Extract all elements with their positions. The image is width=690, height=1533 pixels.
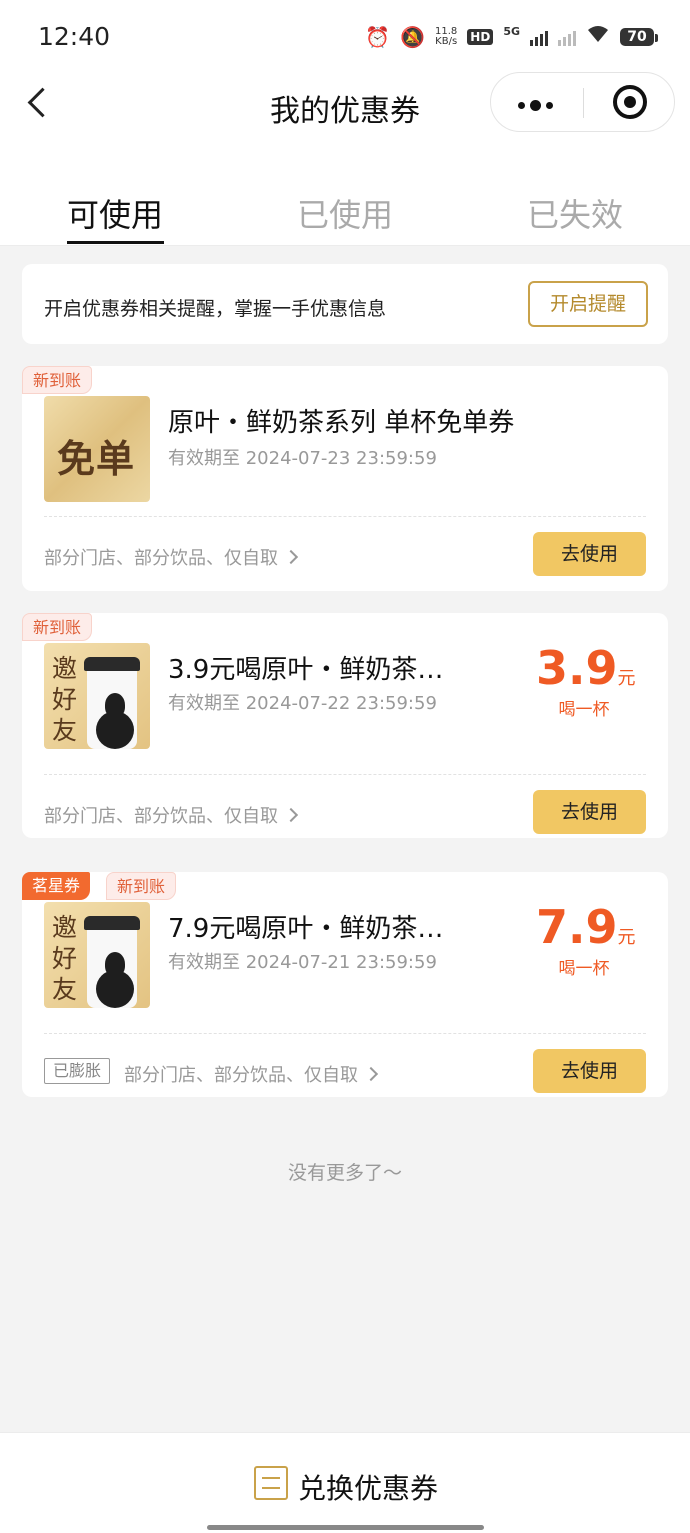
chevron-right-icon <box>283 807 299 823</box>
wifi-icon <box>586 24 610 50</box>
coupon-thumbnail: 免单 <box>44 396 150 502</box>
target-circle-icon[interactable] <box>613 85 647 119</box>
tab-expired[interactable]: 已失效 <box>527 190 623 236</box>
price-subtitle: 喝一杯 <box>558 700 610 720</box>
coupon-validity: 有效期至 2024-07-21 23:59:59 <box>168 952 437 973</box>
signal-icon <box>530 28 548 46</box>
chevron-right-icon <box>283 549 299 565</box>
use-coupon-button[interactable]: 去使用 <box>533 790 646 834</box>
divider <box>44 516 646 517</box>
home-indicator[interactable] <box>207 1525 484 1530</box>
net-speed: 11.8 KB/s <box>435 27 457 47</box>
new-arrival-tag: 新到账 <box>22 613 93 641</box>
signal2-icon <box>558 28 576 46</box>
divider <box>44 774 646 775</box>
net-speed-unit: KB/s <box>435 36 458 47</box>
new-arrival-tag: 新到账 <box>22 366 93 394</box>
tab-used[interactable]: 已使用 <box>297 190 393 236</box>
price-unit: 元 <box>617 927 636 948</box>
exchange-icon[interactable] <box>254 1466 288 1500</box>
redeem-coupon-button[interactable]: 兑换优惠券 <box>298 1467 438 1507</box>
milk-tea-cup-icon <box>84 657 140 749</box>
price-value: 7.9 <box>536 900 618 954</box>
use-coupon-button[interactable]: 去使用 <box>533 1049 646 1093</box>
coupon-scope[interactable]: 部分门店、部分饮品、仅自取 <box>124 1061 379 1087</box>
inflated-badge: 已膨胀 <box>44 1058 111 1084</box>
network-type: 5G <box>503 24 520 38</box>
alarm-icon: ⏰ <box>365 25 391 49</box>
thumb-text: 免单 <box>57 436 136 481</box>
thumb-text: 邀好友 <box>52 913 78 1004</box>
scope-text: 部分门店、部分饮品、仅自取 <box>44 806 278 827</box>
tab-underline <box>67 241 164 244</box>
mute-bell-icon: 🔕 <box>400 25 426 49</box>
scope-text: 部分门店、部分饮品、仅自取 <box>124 1065 358 1086</box>
coupon-scope[interactable]: 部分门店、部分饮品、仅自取 <box>44 802 299 828</box>
scope-text: 部分门店、部分饮品、仅自取 <box>44 548 278 569</box>
milk-tea-cup-icon <box>84 916 140 1008</box>
coupon-card[interactable]: 茗星券 新到账 邀好友 7.9元喝原叶・鲜奶茶… 有效期至 2024-07-21… <box>22 872 668 1097</box>
chevron-right-icon <box>363 1066 379 1082</box>
coupon-validity: 有效期至 2024-07-22 23:59:59 <box>168 693 437 714</box>
mini-program-capsule <box>490 72 675 132</box>
tab-available[interactable]: 可使用 <box>67 190 163 236</box>
divider <box>44 1033 646 1034</box>
more-dots-icon[interactable] <box>518 100 553 111</box>
bottom-bar: 兑换优惠券 <box>0 1432 690 1533</box>
battery-icon: 70 <box>620 28 658 46</box>
coupon-validity: 有效期至 2024-07-23 23:59:59 <box>168 448 437 469</box>
nav-bar: 我的优惠券 <box>0 72 690 148</box>
coupon-title: 原叶・鲜奶茶系列 单杯免单券 <box>168 408 515 438</box>
use-coupon-button[interactable]: 去使用 <box>533 532 646 576</box>
coupon-price: 3.9元 <box>536 645 640 702</box>
hd-icon: HD <box>467 29 494 45</box>
coupon-tabs: 可使用 已使用 已失效 <box>0 148 690 246</box>
no-more-text: 没有更多了～ <box>287 1162 402 1184</box>
coupon-scope[interactable]: 部分门店、部分饮品、仅自取 <box>44 544 299 570</box>
status-icons: ⏰ 🔕 11.8 KB/s HD 5G 70 <box>365 24 658 50</box>
reminder-text: 开启优惠券相关提醒，掌握一手优惠信息 <box>44 298 387 320</box>
capsule-divider <box>583 88 584 118</box>
coupon-price: 7.9元 <box>536 904 640 961</box>
coupon-title: 7.9元喝原叶・鲜奶茶… <box>168 914 444 944</box>
new-arrival-tag: 新到账 <box>106 872 177 900</box>
coupon-thumbnail: 邀好友 <box>44 902 150 1008</box>
coupon-card[interactable]: 新到账 免单 原叶・鲜奶茶系列 单杯免单券 有效期至 2024-07-23 23… <box>22 366 668 591</box>
reminder-notice: 开启优惠券相关提醒，掌握一手优惠信息 开启提醒 <box>22 264 668 344</box>
coupon-thumbnail: 邀好友 <box>44 643 150 749</box>
coupon-card[interactable]: 新到账 邀好友 3.9元喝原叶・鲜奶茶… 有效期至 2024-07-22 23:… <box>22 613 668 838</box>
star-coupon-tag: 茗星券 <box>22 872 91 900</box>
price-value: 3.9 <box>536 641 618 695</box>
price-unit: 元 <box>617 668 636 689</box>
status-time: 12:40 <box>38 22 111 51</box>
coupon-title: 3.9元喝原叶・鲜奶茶… <box>168 655 444 685</box>
enable-reminder-button[interactable]: 开启提醒 <box>528 281 648 327</box>
status-bar: 12:40 ⏰ 🔕 11.8 KB/s HD 5G 70 <box>0 0 690 72</box>
price-subtitle: 喝一杯 <box>558 959 610 979</box>
thumb-text: 邀好友 <box>52 654 78 745</box>
